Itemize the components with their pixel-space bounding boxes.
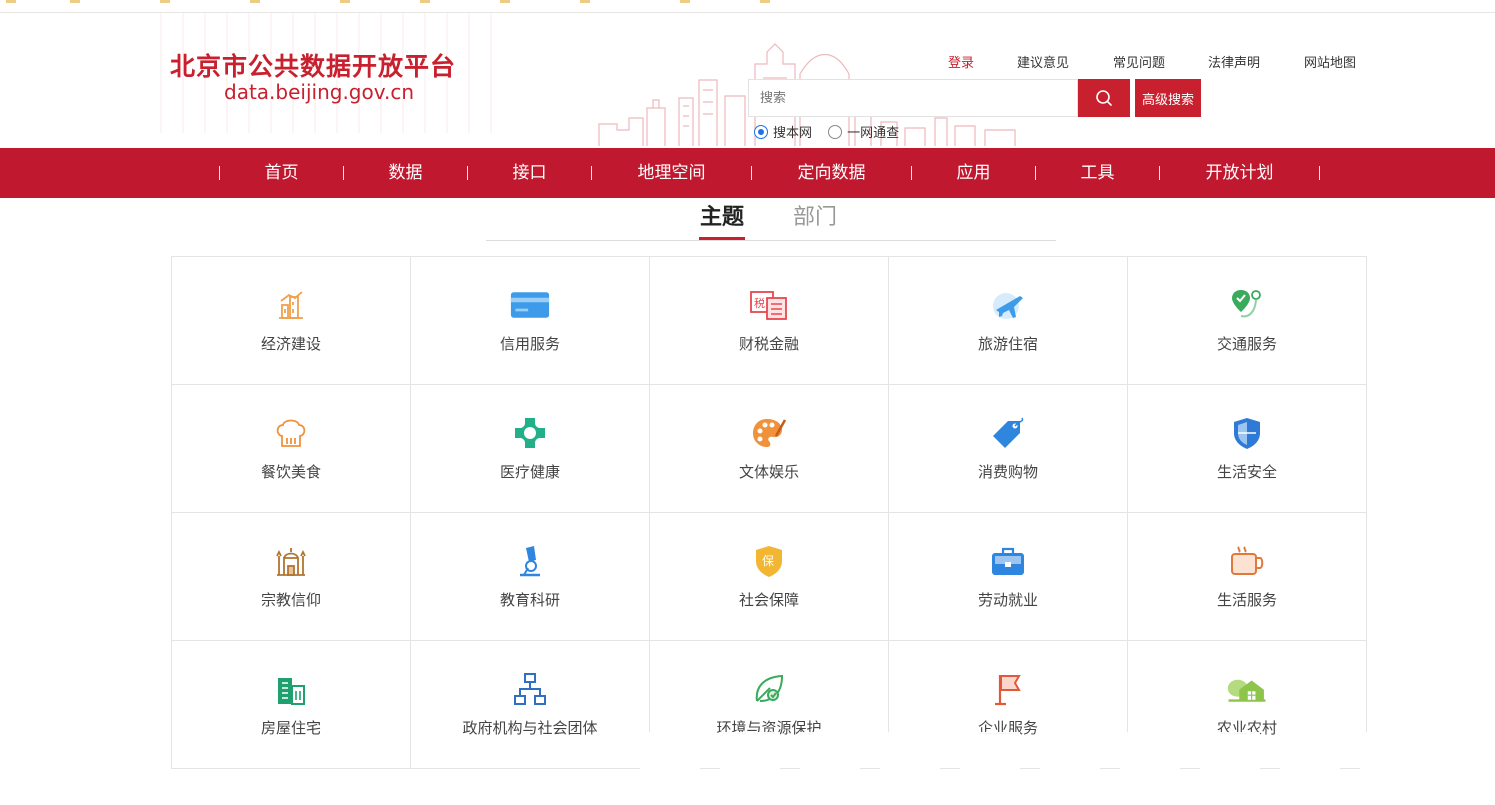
topic-label: 农业农村 [1216, 719, 1277, 737]
location-route-icon [1227, 287, 1267, 323]
topic-label: 消费购物 [977, 463, 1038, 481]
credit-card-icon [510, 287, 550, 323]
nav-item-directed-data[interactable]: 定向数据 [752, 148, 911, 198]
topic-food[interactable]: 餐饮美食 [172, 385, 411, 513]
microscope-icon [510, 543, 550, 579]
faq-link[interactable]: 常见问题 [1113, 52, 1165, 71]
topic-health[interactable]: 医疗健康 [411, 385, 650, 513]
scope-radio-label: 一网通查 [847, 126, 900, 141]
svg-text:税: 税 [754, 296, 765, 310]
apartment-icon [271, 671, 311, 707]
topic-employment[interactable]: 劳动就业 [889, 513, 1128, 641]
scope-radio-site[interactable]: 搜本网 [754, 122, 812, 141]
radio-selected-icon [754, 124, 768, 139]
top-links: 登录 建议意见 常见问题 法律声明 网站地图 [0, 52, 1495, 72]
topic-label: 交通服务 [1216, 335, 1277, 353]
topic-tax-finance[interactable]: 税 财税金融 [650, 257, 889, 385]
advanced-search-button[interactable]: 高级搜索 [1135, 79, 1201, 117]
org-chart-icon [510, 671, 550, 707]
topic-travel[interactable]: 旅游住宿 [889, 257, 1128, 385]
login-link[interactable]: 登录 [948, 52, 974, 71]
temple-icon [271, 543, 311, 579]
radio-unselected-icon [828, 124, 843, 139]
briefcase-icon [988, 543, 1028, 579]
topic-label: 社会保障 [738, 591, 799, 609]
category-tabs: 主题 部门 [486, 198, 1056, 241]
topic-social-security[interactable]: 保 社会保障 [650, 513, 889, 641]
topic-life-service[interactable]: 生活服务 [1128, 513, 1367, 641]
site-url[interactable]: data.beijing.gov.cn [224, 80, 414, 104]
search-button[interactable] [1078, 79, 1130, 117]
topic-culture[interactable]: 文体娱乐 [650, 385, 889, 513]
tax-document-icon: 税 [749, 287, 789, 323]
topic-label: 经济建设 [260, 335, 321, 353]
topic-label: 旅游住宿 [977, 335, 1038, 353]
topic-grid: 经济建设 信用服务 税 财税金融 旅游住宿 交通服务 餐饮美食 医疗健康 文体娱… [171, 256, 1367, 769]
scope-radio-label: 搜本网 [773, 126, 813, 141]
coffee-cup-icon [1227, 543, 1267, 579]
flag-icon [988, 671, 1028, 707]
sitemap-link[interactable]: 网站地图 [1304, 52, 1356, 71]
airplane-icon [988, 287, 1028, 323]
price-tag-icon [988, 415, 1028, 451]
nav-separator [1319, 166, 1320, 180]
feedback-link[interactable]: 建议意见 [1017, 52, 1069, 71]
insurance-badge-icon: 保 [749, 543, 789, 579]
nav-item-api[interactable]: 接口 [468, 148, 591, 198]
medical-cross-icon [510, 415, 550, 451]
nav-item-open-plan[interactable]: 开放计划 [1160, 148, 1319, 198]
search-scope: 搜本网 一网通查 [754, 122, 911, 141]
nav-item-apps[interactable]: 应用 [912, 148, 1035, 198]
topic-shopping[interactable]: 消费购物 [889, 385, 1128, 513]
topic-economy[interactable]: 经济建设 [172, 257, 411, 385]
topic-label: 财税金融 [738, 335, 799, 353]
topic-housing[interactable]: 房屋住宅 [172, 641, 411, 769]
svg-text:保: 保 [762, 554, 774, 568]
topic-label: 政府机构与社会团体 [462, 719, 598, 737]
search-box [748, 79, 1078, 117]
scope-radio-all[interactable]: 一网通查 [828, 122, 899, 141]
topic-label: 企业服务 [977, 719, 1038, 737]
topic-label: 环境与资源保护 [716, 719, 822, 737]
topic-label: 宗教信仰 [260, 591, 321, 609]
farmhouse-icon [1227, 671, 1267, 707]
topic-label: 文体娱乐 [738, 463, 799, 481]
topic-education[interactable]: 教育科研 [411, 513, 650, 641]
search-input[interactable] [749, 80, 1077, 116]
legal-link[interactable]: 法律声明 [1208, 52, 1260, 71]
topic-enterprise[interactable]: 企业服务 [889, 641, 1128, 769]
topic-environment[interactable]: 环境与资源保护 [650, 641, 889, 769]
topic-safety[interactable]: 生活安全 [1128, 385, 1367, 513]
main-nav: 首页 数据 接口 地理空间 定向数据 应用 工具 开放计划 [0, 148, 1495, 198]
chef-hat-icon [271, 415, 311, 451]
topic-religion[interactable]: 宗教信仰 [172, 513, 411, 641]
topic-credit[interactable]: 信用服务 [411, 257, 650, 385]
topic-label: 房屋住宅 [260, 719, 321, 737]
search-icon [1096, 90, 1112, 106]
top-decorative-strip [0, 0, 1495, 13]
site-header: 北京市公共数据开放平台 data.beijing.gov.cn 登录 建议意见 … [0, 13, 1495, 148]
tab-topics[interactable]: 主题 [698, 199, 746, 240]
topic-label: 生活安全 [1216, 463, 1277, 481]
topic-government[interactable]: 政府机构与社会团体 [411, 641, 650, 769]
topic-label: 信用服务 [499, 335, 560, 353]
topic-label: 教育科研 [499, 591, 560, 609]
topic-label: 生活服务 [1216, 591, 1277, 609]
topic-transport[interactable]: 交通服务 [1128, 257, 1367, 385]
nav-item-tools[interactable]: 工具 [1036, 148, 1159, 198]
nav-item-geo[interactable]: 地理空间 [592, 148, 751, 198]
topic-label: 劳动就业 [977, 591, 1038, 609]
leaf-icon [749, 671, 789, 707]
tab-departments[interactable]: 部门 [793, 199, 837, 231]
nav-item-home[interactable]: 首页 [220, 148, 343, 198]
topic-label: 医疗健康 [499, 463, 560, 481]
topic-label: 餐饮美食 [260, 463, 321, 481]
nav-item-data[interactable]: 数据 [344, 148, 467, 198]
palette-icon [749, 415, 789, 451]
topic-agriculture[interactable]: 农业农村 [1128, 641, 1367, 769]
building-chart-icon [271, 287, 311, 323]
shield-icon [1227, 415, 1267, 451]
